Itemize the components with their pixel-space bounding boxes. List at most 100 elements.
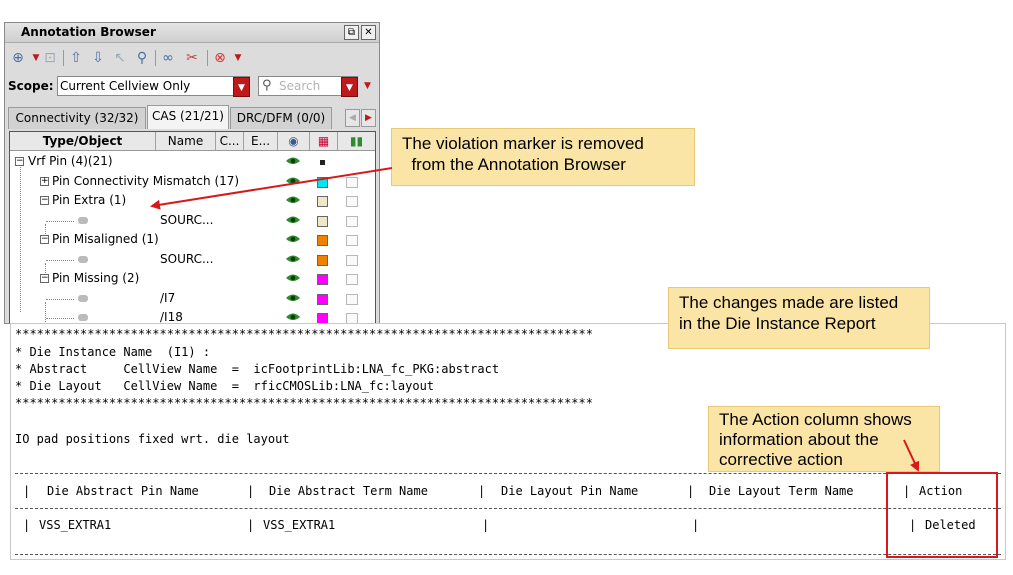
- tree-row-label: Pin Connectivity Mismatch (17): [52, 173, 240, 188]
- pin-marker-icon: [78, 255, 88, 263]
- color-swatch[interactable]: [317, 215, 328, 227]
- tree-row-name: SOURC...: [160, 251, 214, 266]
- select-column-icon[interactable]: ▮▮: [338, 132, 375, 151]
- color-column-icon[interactable]: ▦: [310, 132, 338, 151]
- eye-icon[interactable]: [285, 311, 301, 323]
- tree-row[interactable]: SOURC...: [10, 250, 375, 270]
- target-select-icon[interactable]: ⊕: [9, 49, 27, 67]
- report-fixed-line: IO pad positions fixed wrt. die layout: [15, 432, 290, 446]
- chevron-down-icon[interactable]: ▼: [341, 77, 358, 97]
- color-swatch[interactable]: [317, 274, 328, 285]
- visibility-column-icon[interactable]: ◉: [278, 132, 310, 151]
- col-type-object[interactable]: Type/Object: [10, 132, 156, 151]
- collapse-icon[interactable]: −: [40, 196, 49, 205]
- tab-drc-dfm[interactable]: DRC/DFM (0/0): [230, 107, 332, 129]
- link-icon[interactable]: ∞: [159, 49, 177, 67]
- magnifier-icon[interactable]: ⚲: [133, 49, 151, 67]
- select-checkbox[interactable]: [346, 176, 358, 188]
- color-swatch[interactable]: [320, 160, 325, 165]
- eye-icon[interactable]: [285, 272, 301, 284]
- report-divider: [15, 473, 1001, 474]
- browser-title: Annotation Browser: [21, 25, 156, 39]
- color-swatch[interactable]: [317, 196, 328, 207]
- pin-marker-icon: [78, 294, 88, 302]
- col-c[interactable]: C...: [216, 132, 244, 151]
- col-name[interactable]: Name: [156, 132, 216, 151]
- callout-violation-removed: The violation marker is removed from the…: [391, 128, 695, 186]
- report-divider: [15, 554, 1001, 555]
- eye-icon[interactable]: [285, 194, 301, 206]
- eye-icon[interactable]: [285, 233, 301, 245]
- report-abstract-line: * Abstract CellView Name = icFootprintLi…: [15, 362, 500, 376]
- select-checkbox[interactable]: [346, 293, 358, 305]
- expand-icon[interactable]: +: [40, 176, 49, 186]
- hdr-die-layout-pin: Die Layout Pin Name: [501, 484, 639, 498]
- unlink-icon[interactable]: ✂: [183, 49, 201, 67]
- tree-row[interactable]: /I18: [10, 308, 375, 324]
- arrow-up-icon[interactable]: ⇧: [67, 49, 85, 67]
- callout-changes-listed: The changes made are listed in the Die I…: [668, 287, 930, 349]
- chevron-down-icon[interactable]: ▼: [229, 49, 247, 67]
- scope-value: Current Cellview Only: [60, 79, 191, 93]
- color-swatch[interactable]: [317, 235, 328, 246]
- callout-action-column: The Action column shows information abou…: [708, 406, 940, 472]
- action-column-highlight: [886, 472, 998, 558]
- annotation-browser-panel: Annotation Browser ⧉ ✕ ⊕ ▼ ⊡ ⇧ ⇩ ↖ ⚲ ∞ ✂…: [4, 22, 380, 324]
- tree-row[interactable]: − Vrf Pin (4)(21): [10, 152, 375, 172]
- pin-marker-icon: [78, 314, 88, 321]
- collapse-icon[interactable]: −: [15, 157, 24, 166]
- tree-row[interactable]: − Pin Missing (2): [10, 269, 375, 289]
- tab-scroll-left-icon[interactable]: ◀: [345, 109, 360, 127]
- tree-row[interactable]: + Pin Connectivity Mismatch (17): [10, 172, 375, 192]
- search-input[interactable]: ⚲ Search ▼: [258, 76, 358, 97]
- color-swatch[interactable]: [317, 254, 328, 266]
- report-stars-bottom: ****************************************…: [15, 396, 593, 410]
- hdr-die-layout-term: Die Layout Term Name: [709, 484, 854, 498]
- report-layout-line: * Die Layout CellView Name = rficCMOSLib…: [15, 379, 435, 393]
- chevron-down-icon[interactable]: ▼: [233, 77, 250, 97]
- delete-marker-icon[interactable]: ⊗: [211, 49, 229, 67]
- tree-row[interactable]: /I7: [10, 289, 375, 309]
- arrow-down-icon[interactable]: ⇩: [89, 49, 107, 67]
- select-checkbox[interactable]: [346, 235, 358, 246]
- eye-icon[interactable]: [285, 175, 301, 187]
- tab-connectivity[interactable]: Connectivity (32/32): [8, 107, 146, 129]
- collapse-icon[interactable]: −: [40, 235, 49, 244]
- tab-cas[interactable]: CAS (21/21): [147, 105, 229, 129]
- select-checkbox[interactable]: [346, 215, 358, 227]
- search-icon: ⚲: [262, 78, 272, 93]
- report-stars-top: ****************************************…: [15, 327, 593, 341]
- tree-row-label: Pin Extra (1): [52, 193, 127, 207]
- float-window-icon[interactable]: ⧉: [344, 25, 359, 40]
- scope-select[interactable]: Current Cellview Only ▼: [57, 76, 250, 97]
- select-checkbox[interactable]: [346, 254, 358, 266]
- select-checkbox[interactable]: [346, 196, 358, 207]
- tab-scroll-right-icon[interactable]: ▶: [361, 109, 376, 127]
- eye-icon[interactable]: [285, 155, 301, 167]
- browser-tabs: Connectivity (32/32) CAS (21/21) DRC/DFM…: [5, 105, 379, 129]
- search-placeholder: Search: [279, 79, 321, 93]
- browser-titlebar: Annotation Browser ⧉ ✕: [5, 23, 379, 43]
- select-checkbox[interactable]: [346, 274, 358, 285]
- tree-row[interactable]: − Pin Extra (1): [10, 191, 375, 211]
- chevron-down-icon[interactable]: ▼: [364, 81, 371, 91]
- eye-icon[interactable]: [285, 214, 301, 226]
- collapse-icon[interactable]: −: [40, 274, 49, 283]
- eye-icon[interactable]: [285, 292, 301, 304]
- pin-marker-icon: [78, 216, 88, 224]
- tree-row[interactable]: − Pin Misaligned (1): [10, 230, 375, 250]
- report-die-instance: * Die Instance Name (I1) :: [15, 345, 211, 359]
- tree-row-name: /I18: [160, 310, 183, 324]
- zoom-fit-icon[interactable]: ⊡: [41, 49, 59, 67]
- hdr-die-abstract-term: Die Abstract Term Name: [269, 484, 428, 498]
- cell-abstract-term: VSS_EXTRA1: [263, 518, 336, 532]
- col-e[interactable]: E...: [244, 132, 278, 151]
- eye-icon[interactable]: [285, 253, 301, 265]
- close-icon[interactable]: ✕: [361, 25, 376, 40]
- tree-row[interactable]: SOURC...: [10, 211, 375, 231]
- color-swatch[interactable]: [317, 293, 328, 305]
- pointer-icon[interactable]: ↖: [111, 49, 129, 67]
- tree-row-label: Vrf Pin (4)(21): [28, 154, 113, 168]
- cell-abstract-pin: VSS_EXTRA1: [39, 518, 112, 532]
- color-swatch[interactable]: [317, 176, 328, 188]
